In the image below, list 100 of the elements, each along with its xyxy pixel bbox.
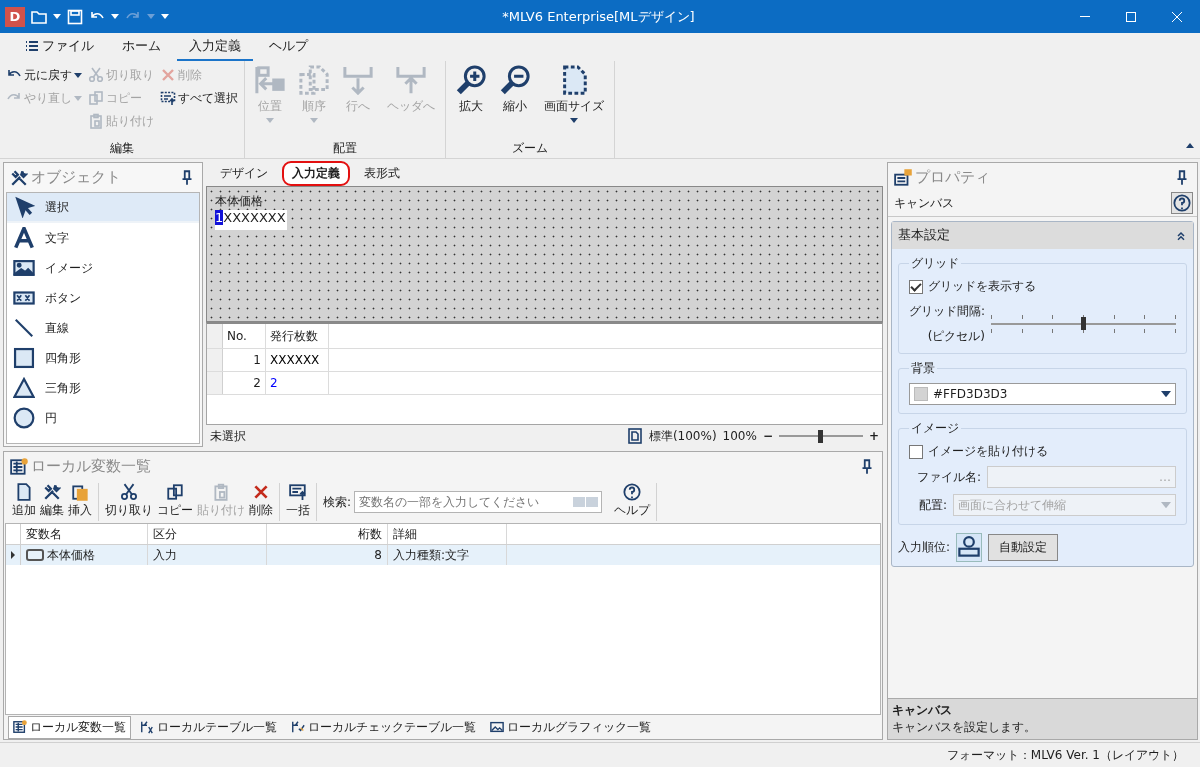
- zoom-in-button[interactable]: +: [868, 429, 879, 443]
- row-number: 1: [223, 349, 266, 371]
- ribbon-tab[interactable]: ホーム: [110, 37, 173, 61]
- column-header: 詳細: [388, 524, 507, 544]
- help-button[interactable]: ヘルプ: [613, 483, 652, 521]
- order-button[interactable]: [956, 533, 983, 562]
- caret-icon: [53, 14, 61, 19]
- panel-tab[interactable]: ローカルテーブル一覧: [135, 715, 282, 739]
- view-tab[interactable]: デザイン: [210, 161, 278, 186]
- down-arrow-box-icon: [343, 65, 373, 95]
- checkbox[interactable]: グリッドを表示する: [909, 278, 1176, 295]
- description-title: キャンバス: [892, 702, 953, 719]
- triangle-icon: [13, 377, 35, 399]
- auto-set-button[interactable]: 自動設定: [988, 534, 1059, 561]
- toolbar-button[interactable]: 切り取り: [104, 483, 154, 521]
- circle-icon: [13, 407, 35, 429]
- color-dropdown[interactable]: #FFD3D3D3: [909, 383, 1176, 405]
- clipboard-icon: [88, 113, 104, 129]
- subject-label: キャンバス: [894, 194, 954, 212]
- panel-tab[interactable]: ローカルチェックテーブル一覧: [286, 715, 481, 739]
- table-cell: XXXXXX: [266, 349, 329, 371]
- toolbar-button[interactable]: 編集: [39, 483, 65, 521]
- table-cell: 入力種類:文字: [388, 545, 507, 565]
- view-tab[interactable]: 表形式: [354, 161, 410, 186]
- row-number: 2: [223, 372, 266, 394]
- group-title: 背景: [910, 360, 936, 377]
- caret-icon: [111, 14, 119, 19]
- description-text: キャンバスを設定します。: [892, 719, 1037, 736]
- toolbar-button[interactable]: 一括: [285, 483, 311, 521]
- ribbon-tab[interactable]: ヘルプ: [257, 37, 320, 61]
- table-cell: 入力: [148, 545, 267, 565]
- help-button[interactable]: [1171, 192, 1193, 214]
- help-icon: [623, 483, 642, 501]
- minimize-icon: [1080, 16, 1090, 17]
- ribbon-button[interactable]: 縮小: [496, 65, 534, 138]
- view-tab[interactable]: 入力定義: [282, 161, 350, 186]
- picture-icon: [490, 720, 504, 734]
- tool-item[interactable]: イメージ: [7, 253, 199, 283]
- ribbon-tab[interactable]: 入力定義: [177, 37, 253, 61]
- ribbon-button[interactable]: すべて選択: [160, 88, 238, 108]
- column-header: 発行枚数: [266, 324, 329, 348]
- tool-item[interactable]: 三角形: [7, 373, 199, 403]
- zoom-out-button[interactable]: −: [762, 429, 773, 443]
- caret-icon: [74, 72, 82, 78]
- copy-icon: [166, 483, 184, 501]
- zoom-reading: 100%: [722, 429, 757, 443]
- app-logo[interactable]: D: [5, 6, 25, 27]
- tool-item[interactable]: 選択: [7, 193, 199, 223]
- page-mode-icon: [626, 428, 643, 444]
- checkbox[interactable]: イメージを貼り付ける: [909, 443, 1176, 460]
- window-title: *MLV6 Enterprise[MLデザイン]: [501, 7, 696, 26]
- tool-item[interactable]: ボタン: [7, 283, 199, 313]
- scissors-icon: [120, 483, 138, 501]
- field-label: グリッド間隔:: [909, 303, 986, 320]
- rectangle-icon: [13, 347, 35, 369]
- field-label: 配置:: [917, 496, 947, 514]
- new-page-icon: [15, 483, 33, 501]
- column-header: 桁数: [267, 524, 388, 544]
- zoom-mode: 標準(100%): [648, 427, 717, 445]
- tool-item[interactable]: 文字: [7, 223, 199, 253]
- group-label: ズーム: [511, 140, 549, 157]
- caret-icon: [1161, 390, 1171, 398]
- tools-icon: [43, 483, 61, 501]
- toolbar-button[interactable]: 追加: [11, 483, 37, 521]
- selection-status: 未選択: [210, 427, 246, 445]
- clipboard-icon: [212, 483, 230, 501]
- tool-item[interactable]: 直線: [7, 313, 199, 343]
- check-table-icon: [291, 720, 305, 734]
- panel-tab[interactable]: ローカルグラフィック一覧: [485, 715, 656, 739]
- interval-slider[interactable]: [991, 315, 1176, 333]
- search-field[interactable]: 変数名の一部を入力してください: [354, 491, 603, 513]
- search-label: 検索:: [323, 493, 352, 511]
- toolbar-button[interactable]: 削除: [248, 483, 274, 521]
- zoom-out-icon: [500, 65, 530, 95]
- caret-icon: [1161, 501, 1171, 509]
- batch-icon: [289, 483, 307, 501]
- tool-item[interactable]: 四角形: [7, 343, 199, 373]
- table-icon: [140, 720, 154, 734]
- column-header: No.: [223, 324, 266, 348]
- ribbon-button[interactable]: 画面サイズ: [540, 65, 608, 138]
- caret-icon: [310, 118, 318, 123]
- caret-icon: [266, 118, 274, 123]
- design-canvas[interactable]: 本体価格 1XXXXXXX: [206, 186, 883, 322]
- tools-icon: [10, 168, 28, 187]
- input-field[interactable]: 1XXXXXXX: [215, 210, 287, 230]
- cross-icon: [252, 483, 270, 501]
- zoom-in-icon: [456, 65, 486, 95]
- variables-icon: [10, 457, 28, 476]
- save-icon: [67, 8, 83, 25]
- table-row[interactable]: 本体価格 入力 8 入力種類:文字: [6, 545, 880, 565]
- ribbon-tab[interactable]: ファイル: [12, 37, 106, 61]
- folder-icon: [31, 8, 47, 25]
- toolbar-button[interactable]: コピー: [156, 483, 194, 521]
- toolbar-button[interactable]: 挿入: [67, 483, 93, 521]
- ribbon-button[interactable]: 拡大: [452, 65, 490, 138]
- select-all-icon: [160, 90, 176, 106]
- ribbon-button[interactable]: 元に戻す: [6, 65, 82, 85]
- panel-tab[interactable]: ローカル変数一覧: [8, 715, 131, 739]
- field-label: 入力順位:: [898, 539, 951, 556]
- tool-item[interactable]: 円: [7, 403, 199, 433]
